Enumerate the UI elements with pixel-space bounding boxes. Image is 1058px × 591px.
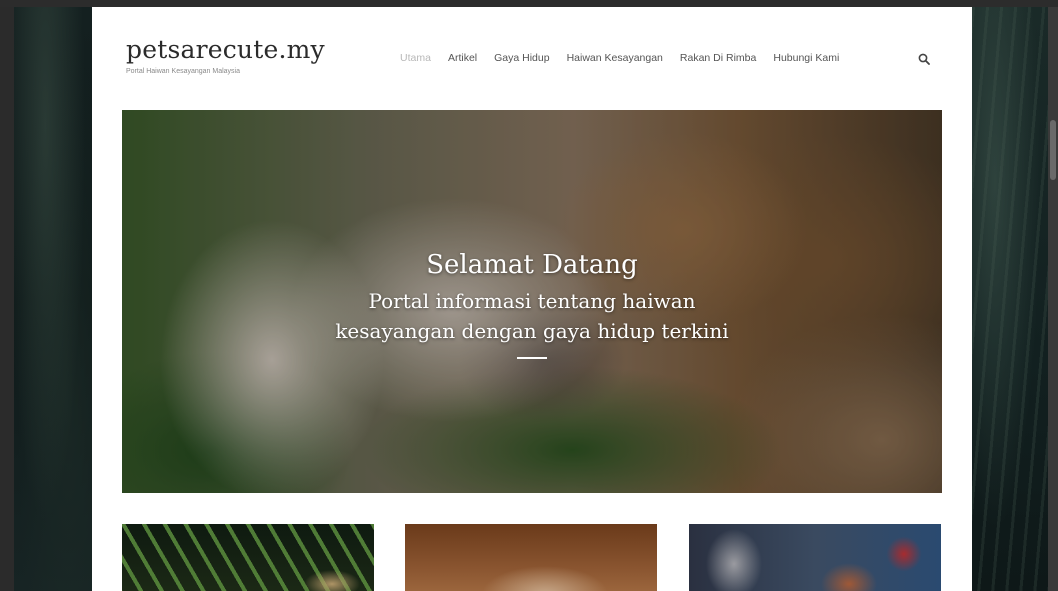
site-logo[interactable]: petsarecute.my	[126, 35, 325, 64]
nav-item-gaya-hidup[interactable]: Gaya Hidup	[494, 52, 549, 64]
main-nav: Utama Artikel Gaya Hidup Haiwan Kesayang…	[400, 52, 856, 64]
background-forest-right	[972, 7, 1048, 591]
featured-post-card-3[interactable]	[689, 524, 941, 591]
browser-viewport: petsarecute.my Portal Haiwan Kesayangan …	[0, 0, 1058, 591]
background-forest-left	[14, 7, 92, 591]
nav-item-haiwan-kesayangan[interactable]: Haiwan Kesayangan	[567, 52, 663, 64]
nav-item-rakan-di-rimba[interactable]: Rakan Di Rimba	[680, 52, 756, 64]
site-tagline: Portal Haiwan Kesayangan Malaysia	[126, 68, 241, 75]
nav-item-artikel[interactable]: Artikel	[448, 52, 477, 64]
page-container: petsarecute.my Portal Haiwan Kesayangan …	[92, 7, 972, 591]
scrollbar-thumb[interactable]	[1050, 120, 1056, 180]
search-icon[interactable]	[918, 53, 930, 65]
top-bar	[0, 0, 1058, 7]
hero-title: Selamat Datang	[426, 250, 638, 280]
featured-post-card-2[interactable]	[405, 524, 657, 591]
hero-divider	[517, 357, 547, 359]
hero-subtitle: Portal informasi tentang haiwan kesayang…	[335, 289, 729, 343]
scrollbar[interactable]	[1048, 7, 1058, 591]
nav-item-utama[interactable]: Utama	[400, 52, 431, 64]
featured-post-card-1[interactable]	[122, 524, 374, 591]
hero-banner: Selamat Datang Portal informasi tentang …	[122, 110, 942, 493]
nav-item-hubungi-kami[interactable]: Hubungi Kami	[773, 52, 839, 64]
